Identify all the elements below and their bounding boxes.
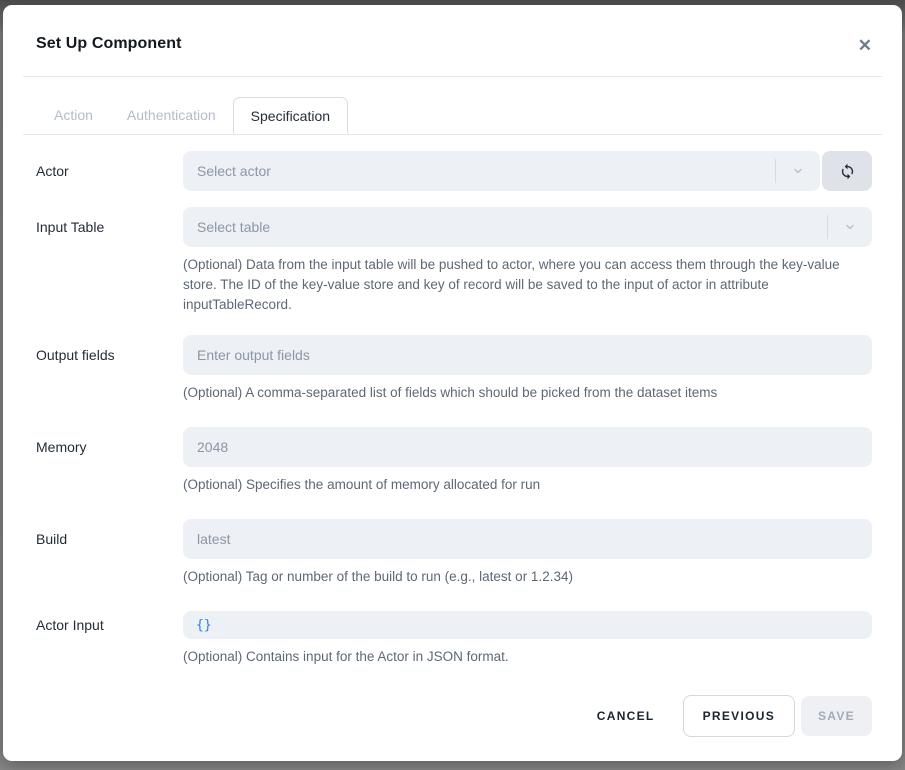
tab-bar: Action Authentication Specification [23,97,882,135]
build-input[interactable] [183,519,872,559]
form-row-output-fields: Output fields (Optional) A comma-separat… [36,335,872,403]
field-label-memory: Memory [36,427,183,495]
json-value: {} [196,618,212,633]
input-table-select[interactable]: Select table [183,207,872,247]
tab-action[interactable]: Action [37,97,110,134]
field-help-memory: (Optional) Specifies the amount of memor… [183,475,859,495]
tab-specification[interactable]: Specification [233,97,348,134]
refresh-actors-button[interactable] [822,151,872,191]
field-help-actor-input: (Optional) Contains input for the Actor … [183,647,859,667]
field-label-actor-input: Actor Input [36,611,183,667]
setup-component-modal: Set Up Component ✕ Action Authentication… [3,5,902,761]
output-fields-input[interactable] [183,335,872,375]
refresh-icon [839,163,856,180]
field-help-build: (Optional) Tag or number of the build to… [183,567,859,587]
form-body: Actor Select actor [3,135,902,695]
actor-select-group: Select actor [183,151,872,191]
chevron-down-icon [828,221,872,233]
actor-input-json-editor[interactable]: {} [183,611,872,639]
memory-input[interactable] [183,427,872,467]
field-label-build: Build [36,519,183,587]
actor-select[interactable]: Select actor [183,151,820,191]
field-help-output-fields: (Optional) A comma-separated list of fie… [183,383,859,403]
modal-backdrop: Set Up Component ✕ Action Authentication… [0,0,905,770]
form-row-memory: Memory (Optional) Specifies the amount o… [36,427,872,495]
modal-footer: CANCEL PREVIOUS SAVE [3,695,902,761]
previous-button[interactable]: PREVIOUS [683,695,795,737]
chevron-down-icon [776,165,820,177]
field-label-output-fields: Output fields [36,335,183,403]
header-divider [23,76,882,77]
form-row-input-table: Input Table Select table (Optional) Data… [36,207,872,315]
input-table-select-placeholder: Select table [197,219,827,235]
field-help-input-table: (Optional) Data from the input table wil… [183,255,859,315]
tab-authentication[interactable]: Authentication [110,97,233,134]
save-button[interactable]: SAVE [801,696,872,736]
cancel-button[interactable]: CANCEL [581,696,671,736]
modal-header: Set Up Component ✕ [3,5,902,53]
close-icon[interactable]: ✕ [854,33,876,58]
actor-select-placeholder: Select actor [197,163,775,179]
form-row-actor: Actor Select actor [36,151,872,191]
field-label-input-table: Input Table [36,207,183,315]
modal-title: Set Up Component [36,35,872,53]
field-label-actor: Actor [36,151,183,191]
form-row-build: Build (Optional) Tag or number of the bu… [36,519,872,587]
form-row-actor-input: Actor Input {} (Optional) Contains input… [36,611,872,667]
